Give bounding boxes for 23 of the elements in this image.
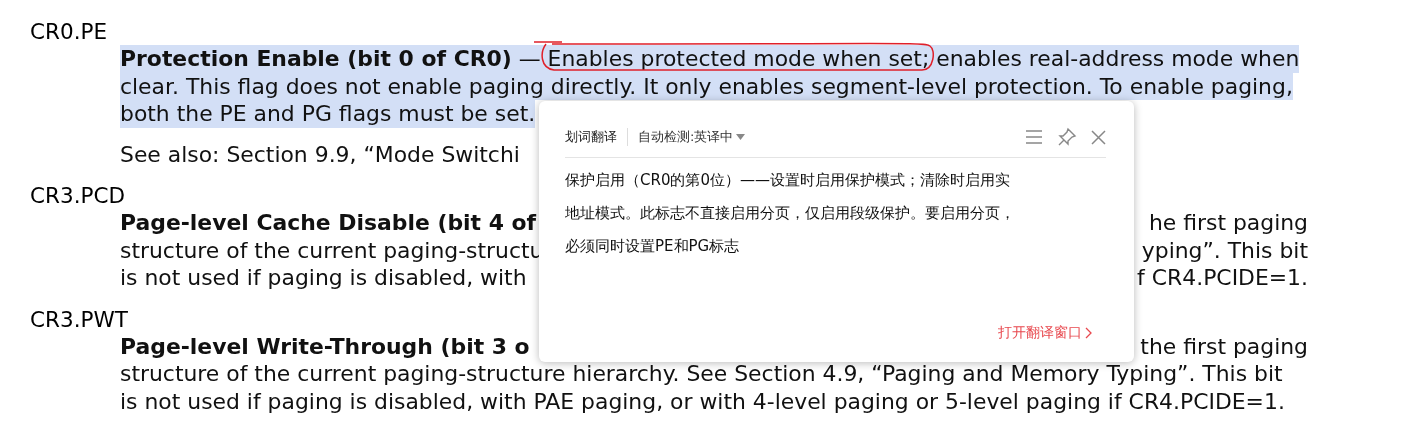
field-heading: Page-level Cache Disable (bit 4 of bbox=[120, 209, 537, 237]
paragraph-line: is not used if paging is disabled, with PAE paging, or with 4-level paging or 5-level paging if CR4.PCIDE=1. bbox=[120, 387, 1285, 415]
register-name: CR3.PCD bbox=[30, 182, 125, 209]
paragraph-line: yping”. This bit bbox=[1141, 236, 1308, 264]
register-name: CR3.PWT bbox=[30, 305, 128, 333]
language-dropdown[interactable]: 自动检测:英译中 bbox=[638, 128, 746, 146]
paragraph-line: f CR4.PCIDE=1. bbox=[1137, 264, 1308, 292]
chevron-icon bbox=[1085, 327, 1092, 339]
paragraph-line: is not used if paging is disabled, with bbox=[120, 264, 527, 292]
caret-icon bbox=[736, 134, 746, 140]
paragraph-line: the first paging bbox=[1140, 332, 1308, 360]
paragraph-line: See also: Section 9.9, “Mode Switchi bbox=[120, 140, 520, 168]
paragraph-line: he first paging bbox=[1148, 209, 1308, 237]
field-heading: Page-level Write-Through (bit 3 o bbox=[120, 332, 530, 360]
paragraph-line: structure of the current paging-structu bbox=[120, 236, 544, 264]
translation-text: 保护启用（CR0的第0位）——设置时启用保护模式；清除时启用实地址模式。此标志不直接启用分页，仅启用段级保护。要启用分页，必须同时设置PE和PG标志 bbox=[565, 170, 1015, 257]
popup-title: 划词翻译 bbox=[565, 128, 628, 146]
close-icon[interactable] bbox=[1091, 129, 1106, 145]
register-name: CR0.PE bbox=[30, 18, 107, 45]
paragraph-line: structure of the current paging-structure hierarchy. See Section 4.9, “Paging and Memory Typing”. This bit bbox=[120, 360, 1283, 388]
pin-icon[interactable] bbox=[1057, 127, 1077, 147]
menu-icon[interactable] bbox=[1025, 130, 1043, 144]
open-translation-link[interactable]: 打开翻译窗口 bbox=[998, 324, 1092, 342]
